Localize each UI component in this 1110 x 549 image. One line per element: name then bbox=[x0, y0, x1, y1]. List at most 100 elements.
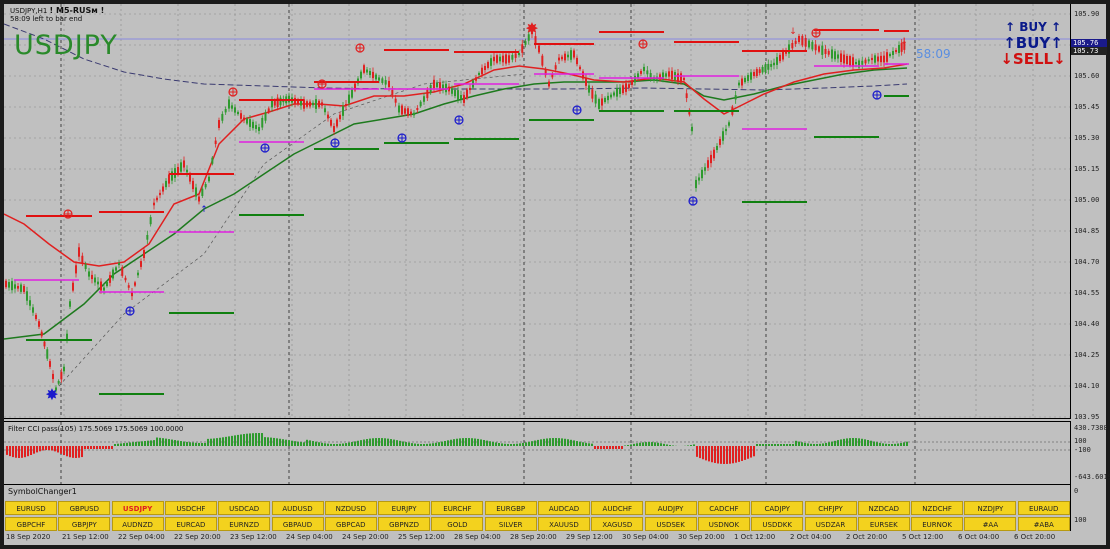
cci-bar bbox=[165, 438, 167, 446]
symbol-button-gbpcad[interactable]: GBPCAD bbox=[324, 517, 377, 531]
cci-bar bbox=[771, 444, 773, 446]
symbol-button-audjpy[interactable]: AUDJPY bbox=[644, 501, 697, 515]
trade-panel: ↑ BUY ↑ ↑BUY↑ ↓SELL↓ bbox=[996, 20, 1070, 68]
cci-bar bbox=[495, 442, 497, 446]
symbol-button-cadchf[interactable]: CADCHF bbox=[697, 501, 750, 515]
price-chart[interactable]: ✸ ✸ ↑ ↓ ↓ bbox=[4, 4, 1070, 418]
symbol-button-usdnok[interactable]: USDNOK bbox=[697, 517, 750, 531]
symbol-button-usdjpy[interactable]: USDJPY bbox=[111, 501, 164, 515]
cci-bar bbox=[756, 444, 758, 446]
cci-bar bbox=[195, 442, 197, 446]
indicator-pane[interactable]: Filter CCI pass(105) 175.5069 175.5069 1… bbox=[4, 421, 1071, 485]
symbol-button-usdsek[interactable]: USDSEK bbox=[644, 517, 697, 531]
symbol-button-nzdusd[interactable]: NZDUSD bbox=[324, 501, 377, 515]
cci-bar bbox=[18, 446, 20, 458]
symbol-button-usdzar[interactable]: USDZAR bbox=[804, 517, 857, 531]
candle-body bbox=[821, 45, 824, 55]
candle-body bbox=[864, 59, 867, 64]
symbol-button-euraud[interactable]: EURAUD bbox=[1017, 501, 1070, 515]
symbol-button-audcad[interactable]: AUDCAD bbox=[538, 501, 590, 515]
symbol-button-usddkk[interactable]: USDDKK bbox=[751, 517, 804, 531]
symbol-button-gbpjpy[interactable]: GBPJPY bbox=[58, 517, 111, 531]
candle-body bbox=[94, 277, 96, 283]
symbol-button-usdcad[interactable]: USDCAD bbox=[218, 501, 271, 515]
symbol-button-usdchf[interactable]: USDCHF bbox=[164, 501, 217, 515]
cci-bar bbox=[405, 442, 407, 446]
symbol-button-eurgbp[interactable]: EURGBP bbox=[484, 501, 537, 515]
candle-body bbox=[309, 101, 311, 107]
cci-bar bbox=[126, 442, 128, 446]
cci-bar bbox=[132, 442, 134, 446]
symbol-changer-pane: SymbolChanger1 EURUSD GBPUSD USDJPY USDCHF U… bbox=[4, 485, 1071, 531]
cci-bar bbox=[357, 440, 359, 446]
cci-bar bbox=[9, 446, 11, 457]
symbol-button-hash-aba[interactable]: #ABA bbox=[1017, 517, 1070, 531]
cci-bar bbox=[837, 440, 839, 446]
cci-bar bbox=[828, 442, 830, 446]
candle-body bbox=[619, 87, 621, 94]
sell-button[interactable]: ↓SELL↓ bbox=[996, 51, 1070, 68]
symbol-button-xauusd[interactable]: XAUUSD bbox=[538, 517, 590, 531]
buy-signal-icon bbox=[688, 196, 698, 206]
symbol-button-eurnzd[interactable]: EURNZD bbox=[218, 517, 271, 531]
candle-body bbox=[360, 71, 362, 79]
symbol-button-gbpaud[interactable]: GBPAUD bbox=[271, 517, 324, 531]
cci-bar bbox=[777, 444, 779, 446]
candle-body bbox=[375, 74, 377, 80]
buy-button[interactable]: ↑BUY↑ bbox=[996, 35, 1070, 51]
cci-bar bbox=[426, 443, 428, 446]
symbol-button-audusd[interactable]: AUDUSD bbox=[271, 501, 324, 515]
cci-bar bbox=[231, 435, 233, 446]
candle-body bbox=[585, 78, 587, 86]
candle-body bbox=[384, 80, 387, 85]
candle-body bbox=[753, 72, 755, 76]
symbol-button-chfjpy[interactable]: CHFJPY bbox=[804, 501, 857, 515]
cci-bar bbox=[360, 440, 362, 446]
symbol-button-silver[interactable]: SILVER bbox=[484, 517, 537, 531]
candle-body bbox=[146, 234, 149, 240]
candle-body bbox=[342, 106, 344, 116]
cci-bar bbox=[615, 446, 617, 449]
symbol-button-hash-aa[interactable]: #AA bbox=[964, 517, 1017, 531]
cci-bar bbox=[795, 440, 797, 446]
cci-bar bbox=[354, 441, 356, 446]
candle-body bbox=[140, 261, 142, 267]
symbol-button-xagusd[interactable]: XAGUSD bbox=[591, 517, 644, 531]
buy-signal-icon bbox=[125, 306, 135, 316]
symbol-button-audchf[interactable]: AUDCHF bbox=[591, 501, 644, 515]
symbol-button-eurnok[interactable]: EURNOK bbox=[911, 517, 964, 531]
symbol-button-nzdcad[interactable]: NZDCAD bbox=[857, 501, 910, 515]
symbol-button-eurchf[interactable]: EURCHF bbox=[431, 501, 484, 515]
symbol-button-eurcad[interactable]: EURCAD bbox=[164, 517, 217, 531]
cci-bar bbox=[906, 441, 908, 446]
cci-bar bbox=[798, 441, 800, 446]
symbol-button-gold[interactable]: GOLD bbox=[431, 517, 484, 531]
time-label: 5 Oct 12:00 bbox=[902, 533, 944, 541]
symbol-button-nzdchf[interactable]: NZDCHF bbox=[911, 501, 964, 515]
symbol-button-audnzd[interactable]: AUDNZD bbox=[111, 517, 164, 531]
candle-body bbox=[330, 119, 332, 126]
cci-bar bbox=[444, 440, 446, 446]
symbol-button-eurjpy[interactable]: EURJPY bbox=[378, 501, 431, 515]
cci-bar bbox=[138, 441, 140, 446]
candle-body bbox=[315, 99, 317, 109]
buy-small-button[interactable]: ↑ BUY ↑ bbox=[996, 20, 1070, 35]
cci-bar bbox=[102, 446, 104, 449]
cci-bar bbox=[435, 442, 437, 446]
cci-bar bbox=[768, 444, 770, 446]
cci-bar bbox=[474, 438, 476, 446]
price-tick: 105.90 bbox=[1074, 10, 1100, 18]
symbol-button-gbpnzd[interactable]: GBPNZD bbox=[378, 517, 431, 531]
candle-body bbox=[773, 62, 775, 66]
symbol-button-eursek[interactable]: EURSEK bbox=[857, 517, 910, 531]
symbol-button-eurusd[interactable]: EURUSD bbox=[5, 501, 57, 515]
cci-bar bbox=[408, 442, 410, 446]
symbol-button-cadjpy[interactable]: CADJPY bbox=[751, 501, 804, 515]
symbol-button-gbpchf[interactable]: GBPCHF bbox=[5, 517, 57, 531]
cci-bar bbox=[516, 443, 518, 446]
main-chart-pane[interactable]: ✸ ✸ ↑ ↓ ↓ USDJPY,H1 ! M5-RUSм ! 58:09 left t… bbox=[4, 4, 1071, 419]
symbol-button-nzdjpy[interactable]: NZDJPY bbox=[964, 501, 1017, 515]
symbol-button-gbpusd[interactable]: GBPUSD bbox=[58, 501, 111, 515]
candle-body bbox=[640, 70, 642, 74]
cci-bar bbox=[780, 444, 782, 446]
